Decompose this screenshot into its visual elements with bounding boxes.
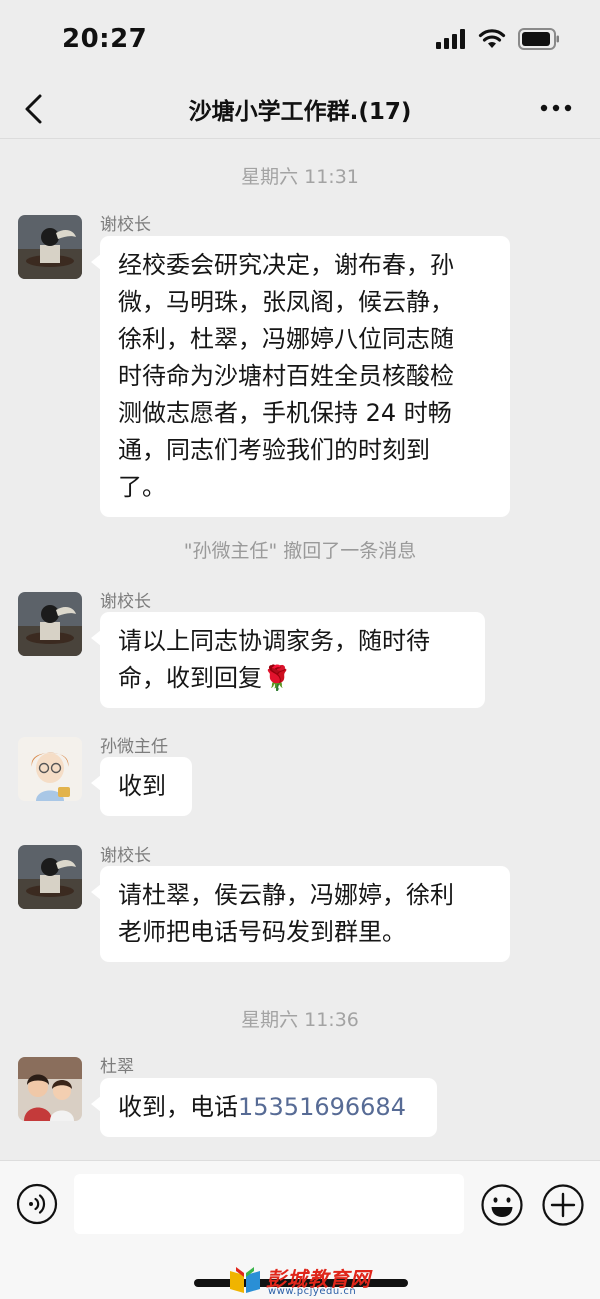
sender-name: 谢校长	[100, 592, 151, 612]
voice-input-icon[interactable]	[16, 1183, 58, 1225]
sender-name: 谢校长	[100, 846, 151, 866]
avatar-principal[interactable]	[18, 215, 82, 279]
plus-icon[interactable]	[541, 1183, 585, 1227]
watermark-url: www.pcjyedu.cn	[268, 1286, 357, 1297]
watermark: 彭城教育网 www.pcjyedu.cn	[228, 1263, 388, 1297]
message-bubble[interactable]: 收到	[91, 757, 192, 816]
avatar-principal[interactable]	[18, 845, 82, 909]
recall-notice: "孙微主任" 撤回了一条消息	[183, 540, 417, 562]
message-text-line: 命，收到回复🌹	[118, 664, 292, 692]
message-text-line: 请杜翠，侯云静，冯娜婷，徐利	[118, 881, 454, 909]
sender-name: 杜翠	[100, 1057, 134, 1077]
chat-header: 沙塘小学工作群.(17)	[0, 80, 600, 139]
sender-name: 孙微主任	[100, 737, 168, 757]
message-bubble[interactable]: 请杜翠，侯云静，冯娜婷，徐利 老师把电话号码发到群里。	[91, 866, 510, 962]
message-text-line: 收到	[118, 772, 166, 800]
cellular-signal-icon	[436, 29, 465, 49]
message-text-line: 微，马明珠，张凤阁，候云静，	[118, 288, 454, 316]
status-time: 20:27	[62, 24, 148, 54]
status-bar: 20:27	[0, 0, 600, 80]
message-text-line: 测做志愿者，手机保持 24 时畅	[118, 399, 452, 427]
message-text-line: 经校委会研究决定，谢布春，孙	[118, 251, 454, 279]
message-text-line: 时待命为沙塘村百姓全员核酸检	[118, 362, 454, 390]
wifi-icon	[478, 29, 506, 48]
more-options-icon[interactable]	[538, 94, 574, 122]
message-bubble[interactable]: 请以上同志协调家务，随时待 命，收到回复🌹	[91, 612, 485, 708]
message-bubble[interactable]: 收到，电话15351696684	[91, 1078, 437, 1137]
message-bubble[interactable]: 经校委会研究决定，谢布春，孙 微，马明珠，张凤阁，候云静， 徐利，杜翠，冯娜婷八…	[91, 236, 510, 517]
input-bar: 彭城教育网 www.pcjyedu.cn	[0, 1160, 600, 1299]
chat-title[interactable]: 沙塘小学工作群.(17)	[0, 92, 600, 126]
message-text-line: 老师把电话号码发到群里。	[118, 918, 406, 946]
message-text-line: 通，同志们考验我们的时刻到	[118, 436, 430, 464]
message-input[interactable]	[74, 1174, 464, 1234]
status-icons	[436, 28, 560, 50]
timestamp-separator: 星期六 11:31	[241, 166, 359, 188]
avatar-du-cui[interactable]	[18, 1057, 82, 1121]
message-text-line: 请以上同志协调家务，随时待	[118, 627, 430, 655]
phone-number-link[interactable]: 15351696684	[238, 1093, 406, 1121]
battery-icon	[518, 28, 559, 50]
book-logo-icon	[230, 1267, 260, 1293]
avatar-director[interactable]	[18, 737, 82, 801]
message-text-line: 了。	[118, 473, 166, 501]
sender-name: 谢校长	[100, 215, 151, 235]
timestamp-separator: 星期六 11:36	[241, 1009, 359, 1031]
message-text: 收到，电话	[118, 1093, 238, 1121]
emoji-icon[interactable]	[480, 1183, 524, 1227]
avatar-principal[interactable]	[18, 592, 82, 656]
message-text-line: 徐利，杜翠，冯娜婷八位同志随	[118, 325, 454, 353]
